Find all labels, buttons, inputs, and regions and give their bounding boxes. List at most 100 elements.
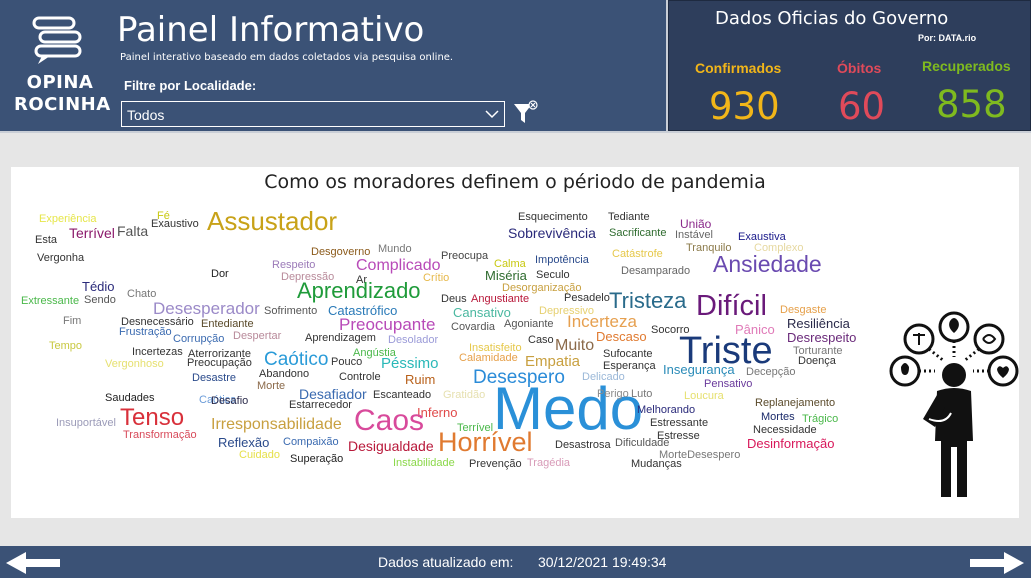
word-sendo: Sendo: [84, 294, 116, 306]
header-main-panel: OPINA ROCINHA Painel Informativo Painel …: [0, 0, 666, 131]
filter-label: Filtre por Localidade:: [124, 78, 257, 93]
word-reflexao: Reflexão: [218, 435, 270, 450]
chevron-down-icon: [485, 110, 499, 119]
word-muito: Muito: [555, 337, 595, 354]
word-desgaste: Desgaste: [780, 304, 827, 316]
word-superacao: Superação: [290, 453, 344, 465]
word-falta: Falta: [117, 223, 149, 239]
word-entediante: Entediante: [201, 318, 254, 330]
word-esta: Esta: [35, 234, 58, 246]
word-frustracao: Frustração: [119, 326, 172, 338]
word-tenso: Tenso: [120, 404, 185, 431]
arrow-left-icon[interactable]: [4, 550, 62, 576]
word-morte: Morte: [257, 380, 286, 392]
word-fim: Fim: [63, 315, 82, 327]
word-ansiedade: Ansiedade: [713, 251, 822, 277]
recovered-label: Recuperados: [922, 58, 1011, 74]
word-deus: Deus: [441, 293, 467, 305]
word-impotencia: Impotência: [535, 254, 589, 266]
word-terrivel: Terrível: [69, 225, 115, 241]
word-descaso: Descaso: [596, 329, 647, 344]
word-replanejamento: Replanejamento: [755, 397, 836, 409]
word-dor: Dor: [211, 268, 229, 280]
word-extressante: Extressante: [21, 295, 80, 307]
word-pouco: Pouco: [331, 356, 363, 368]
word-escanteado: Escanteado: [373, 389, 432, 401]
logo-text-line2: ROCINHA: [14, 94, 111, 115]
word-tragedia: Tragédia: [527, 457, 571, 469]
word-aprendizagem: Aprendizagem: [305, 332, 376, 344]
word-caotico: Caótico: [264, 349, 329, 370]
word-caos: Caos: [354, 404, 425, 437]
word-desastrosa: Desastrosa: [555, 439, 611, 451]
word-ruim: Ruim: [405, 372, 436, 387]
deaths-label: Óbitos: [837, 60, 882, 76]
word-compaixao: Compaixão: [283, 436, 339, 448]
word-transformacao: Transformação: [123, 429, 197, 441]
word-dificuldade: Dificuldade: [615, 437, 670, 449]
logo-text-line1: OPINA: [26, 72, 94, 93]
word-miseria: Miséria: [485, 268, 527, 283]
word-desinformacao: Desinformação: [747, 436, 835, 451]
word-desolador: Desolador: [388, 334, 439, 346]
word-irresponsabilidade: Irresponsabilidade: [211, 416, 342, 433]
word-abandono: Abandono: [259, 368, 310, 380]
word-esquecimento: Esquecimento: [518, 211, 588, 223]
word-experiencia: Experiência: [39, 213, 97, 225]
word-desigualdade: Desigualdade: [348, 438, 434, 454]
word-necessidade: Necessidade: [753, 424, 817, 436]
word-corrupcao: Corrupção: [173, 333, 225, 345]
word-despertar: Despertar: [233, 330, 282, 342]
word-preocupa: Preocupa: [441, 250, 489, 262]
location-filter-dropdown[interactable]: Todos: [121, 101, 505, 127]
word-desrespeito: Desrespeito: [787, 330, 857, 345]
word-desastre: Desastre: [192, 372, 237, 384]
word-sufocante: Sufocante: [603, 348, 653, 360]
word-preocupante: Preocupante: [339, 315, 436, 334]
word-assustador: Assustador: [207, 206, 338, 236]
chat-bubbles-icon: [32, 16, 82, 64]
word-tristeza: Tristeza: [609, 288, 687, 313]
word-vergonhoso: Vergonhoso: [105, 358, 164, 370]
word-cuidado: Cuidado: [239, 449, 280, 461]
word-desesperador: Desesperador: [153, 299, 260, 318]
word-exaustivo: Exaustivo: [151, 218, 199, 230]
word-pessimo: Péssimo: [381, 355, 439, 372]
person-emotions-icon: [889, 311, 1019, 497]
word-incerteza: Incerteza: [567, 312, 637, 331]
word-seculo: Seculo: [536, 269, 570, 281]
word-mortes: Mortes: [761, 411, 795, 423]
page-subtitle: Painel interativo baseado em dados colet…: [120, 52, 454, 63]
word-tedio: Tédio: [82, 279, 115, 294]
word-desafio: Desafio: [211, 395, 249, 407]
word-estressante: Estressante: [650, 417, 709, 429]
word-vergonha: Vergonha: [37, 252, 85, 264]
word-preocupacao: Preocupação: [187, 357, 252, 369]
gov-data-source: Por: DATA.rio: [918, 33, 977, 43]
word-agoniante: Agoniante: [504, 318, 554, 330]
word-pensativo: Pensativo: [704, 378, 753, 390]
updated-label: Dados atualizado em:: [378, 554, 514, 570]
footer-bar: Dados atualizado em: 30/12/2021 19:49:34: [0, 546, 1031, 578]
arrow-right-icon[interactable]: [968, 550, 1026, 576]
word-instabilidade: Instabilidade: [393, 457, 455, 469]
word-gratidao: Gratidão: [443, 389, 486, 401]
word-instavel: Instável: [675, 229, 713, 241]
word-insuportavel: Insuportável: [56, 417, 116, 429]
word-desamparado: Desamparado: [621, 265, 691, 277]
word-calamidade: Calamidade: [459, 352, 518, 364]
word-decepcao: Decepção: [746, 366, 796, 378]
clear-filter-icon[interactable]: [511, 99, 539, 127]
word-saudades: Saudades: [105, 392, 155, 404]
word-loucura: Loucura: [684, 390, 724, 402]
word-mortedesespero: MorteDesespero: [659, 449, 741, 461]
word-sofrimento: Sofrimento: [264, 305, 318, 317]
confirmed-label: Confirmados: [695, 60, 782, 76]
word-caso: Caso: [528, 334, 554, 346]
word-incertezas: Incertezas: [132, 346, 183, 358]
word-dificil: Difícil: [696, 290, 767, 322]
word-melhorando: Melhorando: [637, 404, 696, 416]
page-title: Painel Informativo: [117, 10, 425, 50]
word-controle: Controle: [339, 371, 381, 383]
word-resiliencia: Resiliência: [787, 316, 850, 331]
